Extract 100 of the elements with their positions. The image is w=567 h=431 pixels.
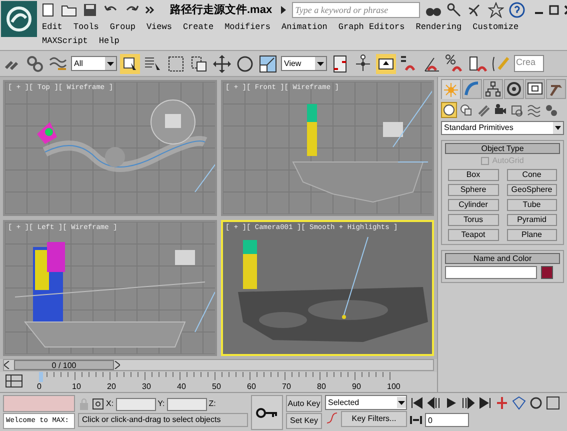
menu-item[interactable]: Graph Editors: [336, 21, 407, 33]
viewport-scene-drawing[interactable]: [222, 222, 432, 354]
menu-item[interactable]: Modifiers: [222, 21, 272, 33]
scroll-left-icon[interactable]: [4, 361, 10, 370]
maximize-icon[interactable]: [549, 5, 560, 15]
current-frame-field[interactable]: 0: [425, 413, 469, 427]
next-frame-icon[interactable]: [461, 396, 475, 410]
key-mode-toggle-icon[interactable]: [410, 414, 422, 426]
arc-rotate-icon[interactable]: [529, 396, 543, 410]
menu-item[interactable]: Group: [108, 21, 138, 33]
track-bar-label: 20: [107, 381, 117, 393]
key-filters-button[interactable]: Key Filters...: [341, 411, 407, 427]
object-type-button[interactable]: Sphere: [448, 184, 498, 196]
play-icon[interactable]: [444, 396, 458, 410]
coordinate-field[interactable]: [116, 398, 156, 410]
auto-key-button[interactable]: Auto Key: [286, 395, 322, 412]
tangent-icon[interactable]: [325, 411, 339, 425]
coordinate-field[interactable]: [166, 398, 207, 410]
create-sun-icon: [442, 80, 460, 98]
track-bar-label: 30: [142, 381, 152, 393]
track-bar-label: 40: [177, 381, 187, 393]
disc-icon: [505, 80, 523, 98]
percent-snap-icon[interactable]: [445, 54, 465, 74]
spinner-snap-icon[interactable]: [468, 54, 488, 74]
time-slider[interactable]: 0 / 100: [3, 359, 434, 372]
caret-icon: [315, 57, 326, 70]
scroll-right-icon[interactable]: [114, 361, 120, 370]
menu-item[interactable]: Animation: [279, 21, 330, 33]
track-bar-label: 0: [37, 381, 42, 393]
object-type-button[interactable]: Box: [448, 169, 498, 181]
mini-curve-editor-icon[interactable]: [3, 373, 25, 389]
menu-item[interactable]: Tools: [71, 21, 101, 33]
window-crossing-icon[interactable]: [189, 54, 209, 74]
go-to-start-icon[interactable]: [410, 396, 424, 410]
object-type-button[interactable]: Plane: [506, 229, 557, 241]
gears-icon: [544, 103, 558, 117]
keyboard-shortcut-icon[interactable]: [376, 54, 396, 74]
dropdown[interactable]: All: [71, 56, 117, 71]
rectangle-selection-icon[interactable]: [166, 54, 186, 74]
object-type-button[interactable]: Teapot: [448, 229, 498, 241]
caret-icon: [105, 57, 116, 70]
coordinate-label: Y:: [158, 398, 165, 410]
save-icon[interactable]: [82, 2, 98, 18]
time-slider-thumb[interactable]: 0 / 100: [14, 360, 114, 370]
category-button[interactable]: [526, 102, 542, 118]
category-button[interactable]: [458, 102, 474, 118]
previous-frame-icon[interactable]: [427, 396, 441, 410]
rollout-header[interactable]: Name and Color: [445, 253, 560, 264]
set-key-label-button[interactable]: Set Key: [286, 413, 322, 429]
new-file-icon[interactable]: [40, 2, 56, 18]
key-mode-dropdown[interactable]: Selected: [325, 395, 407, 410]
object-type-button[interactable]: GeoSphere: [506, 184, 557, 196]
color-swatch[interactable]: [541, 266, 553, 279]
object-type-button[interactable]: Tube: [506, 199, 557, 211]
menu-item[interactable]: Help: [96, 35, 122, 47]
category-button[interactable]: [441, 102, 457, 118]
viewport-scene-drawing[interactable]: [222, 82, 432, 214]
menu-item[interactable]: Rendering: [414, 21, 464, 33]
menu-item[interactable]: Views: [144, 21, 174, 33]
orbit-icon[interactable]: [512, 396, 526, 410]
track-bar[interactable]: 0 10 20 30 40 50 60 70 80 90 100: [39, 372, 399, 392]
star-icon[interactable]: [488, 2, 504, 18]
maxscript-input-field[interactable]: [3, 395, 75, 412]
dropdown[interactable]: View: [281, 56, 327, 71]
menu-item[interactable]: Customize: [470, 21, 521, 33]
helper-icon: [510, 103, 524, 117]
select-object-icon[interactable]: [120, 54, 140, 74]
set-key-button[interactable]: [251, 395, 283, 430]
absolute-mode-icon[interactable]: [92, 398, 104, 410]
viewport-scene-drawing[interactable]: [5, 222, 214, 354]
menu-item[interactable]: MAXScript: [40, 35, 90, 47]
menu-item[interactable]: Edit: [40, 21, 64, 33]
name-field[interactable]: [445, 266, 537, 279]
go-to-end-icon[interactable]: [478, 396, 492, 410]
object-type-button[interactable]: Pyramid: [506, 214, 557, 226]
rotate-icon[interactable]: [235, 54, 255, 74]
object-type-button[interactable]: Cylinder: [448, 199, 498, 211]
rollout-header[interactable]: Object Type: [445, 143, 560, 154]
panel-tab[interactable]: [483, 79, 503, 99]
overflow-icon[interactable]: [145, 5, 155, 15]
help-icon[interactable]: [509, 2, 526, 18]
track-bar-label: 10: [72, 381, 82, 393]
shapes-icon: [459, 103, 473, 117]
scale-icon[interactable]: [258, 54, 278, 74]
object-type-button[interactable]: Torus: [448, 214, 498, 226]
category-button[interactable]: [543, 102, 559, 118]
category-dropdown[interactable]: Standard Primitives: [441, 121, 564, 135]
sphere-icon: [442, 103, 456, 117]
menu-item[interactable]: Create: [180, 21, 216, 33]
maximize-viewport-icon[interactable]: [546, 396, 560, 410]
named-selection-field[interactable]: Crea: [514, 55, 544, 72]
move-icon[interactable]: [212, 54, 232, 74]
hierarchy-icon: [484, 80, 502, 98]
time-marker: [39, 372, 43, 382]
manipulate-icon[interactable]: [353, 54, 373, 74]
panel-tab[interactable]: [504, 79, 524, 99]
object-type-button[interactable]: Cone: [506, 169, 557, 181]
panel-tab[interactable]: [525, 79, 545, 99]
search-field[interactable]: Type a keyword or phrase: [292, 2, 420, 18]
app-logo-icon[interactable]: [0, 0, 38, 38]
